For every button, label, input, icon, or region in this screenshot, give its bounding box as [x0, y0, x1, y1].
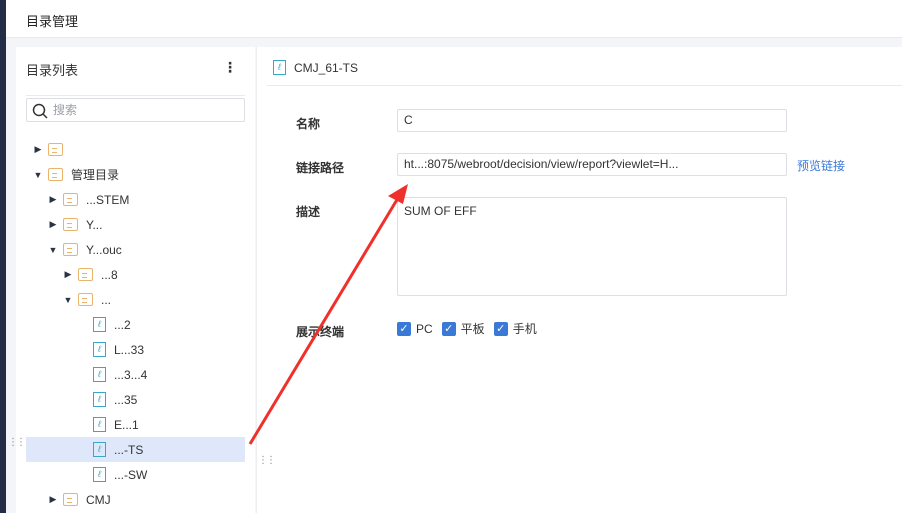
annotation-arrow [248, 184, 408, 445]
